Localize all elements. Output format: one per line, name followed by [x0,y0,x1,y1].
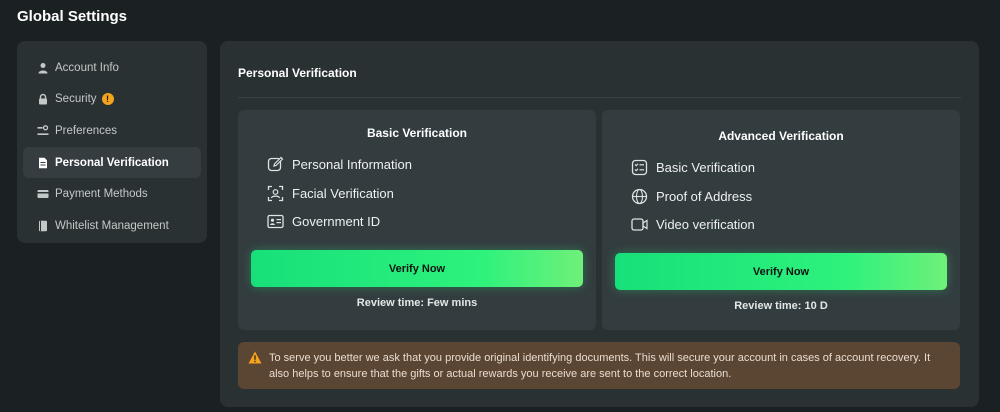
credit-card-icon [37,188,49,200]
settings-sidebar: Account Info Security ! Preferences Pers… [17,41,207,243]
feature-video-verification: Video verification [631,216,755,233]
sidebar-item-personal-verification[interactable]: Personal Verification [23,146,201,179]
edit-icon [267,156,284,173]
feature-proof-of-address: Proof of Address [631,188,752,205]
basic-verification-card: Basic Verification Personal Information … [238,110,596,330]
book-icon [37,220,49,232]
security-warning-badge: ! [101,93,114,106]
warning-icon [248,351,262,364]
feature-label: Government ID [292,214,381,229]
notice-text: To serve you better we ask that you prov… [269,352,931,380]
sidebar-item-label: Security [55,93,97,106]
feature-government-id: Government ID [267,213,380,230]
sidebar-item-payment-methods[interactable]: Payment Methods [23,178,201,210]
page-title: Global Settings [17,8,128,25]
document-notice-banner: To serve you better we ask that you prov… [238,342,960,389]
checklist-icon [631,159,648,176]
sidebar-item-label: Account Info [55,61,119,74]
basic-review-time: Review time: Few mins [356,297,478,309]
feature-basic-verification: Basic Verification [631,159,755,176]
sidebar-item-whitelist-management[interactable]: Whitelist Management [23,210,201,242]
section-title: Personal Verification [238,66,357,80]
card-title: Advanced Verification [718,129,844,143]
feature-label: Facial Verification [292,186,394,201]
feature-label: Video verification [656,217,755,232]
feature-label: Basic Verification [656,160,755,175]
sidebar-item-label: Payment Methods [55,188,148,201]
id-card-icon [267,213,284,230]
advanced-verification-card: Advanced Verification Basic Verification… [602,110,960,330]
sidebar-item-label: Preferences [55,124,118,137]
feature-personal-information: Personal Information [267,156,412,173]
globe-icon [631,188,648,205]
lock-icon [37,93,49,105]
user-icon [37,62,49,74]
basic-verify-now-button[interactable]: Verify Now [251,250,583,287]
advanced-review-time: Review time: 10 D [734,300,828,312]
card-title: Basic Verification [366,126,468,140]
sidebar-item-preferences[interactable]: Preferences [23,115,201,147]
sidebar-item-label: Whitelist Management [55,219,169,232]
sidebar-item-security[interactable]: Security ! [23,84,201,116]
sidebar-item-label: Personal Verification [55,156,169,169]
feature-label: Personal Information [292,157,412,172]
sliders-icon [37,125,49,137]
feature-label: Proof of Address [656,189,753,204]
document-icon [37,157,49,169]
feature-facial-verification: Facial Verification [267,185,394,202]
divider [238,97,961,98]
main-panel: Personal Verification Basic Verification… [220,41,979,407]
video-icon [631,216,648,233]
face-scan-icon [267,185,284,202]
sidebar-item-account-info[interactable]: Account Info [23,52,201,84]
advanced-verify-now-button[interactable]: Verify Now [615,253,947,290]
